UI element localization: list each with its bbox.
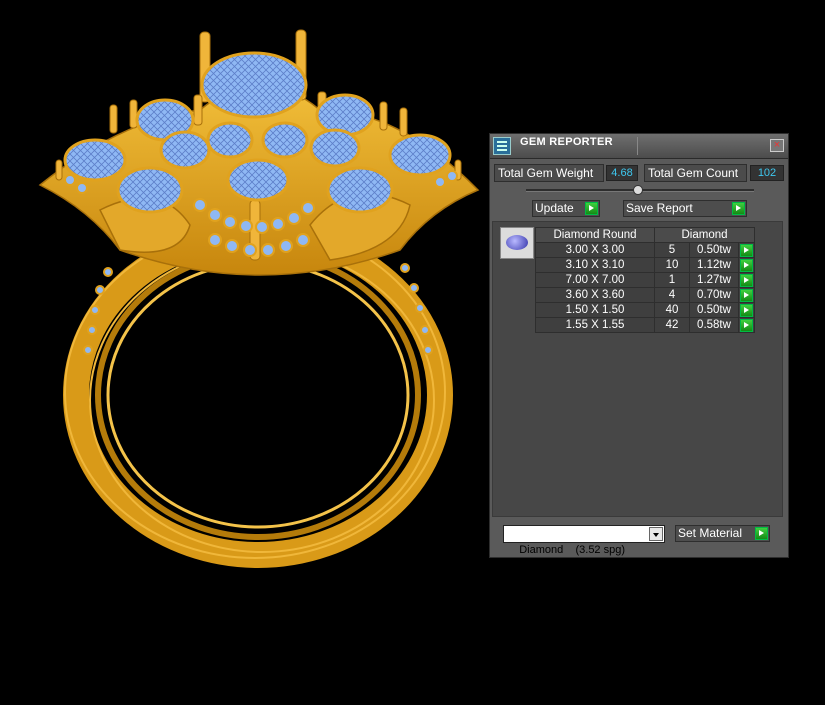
row-go-button[interactable] (738, 272, 755, 288)
gem-size-cell: 1.50 X 1.50 (535, 302, 655, 318)
gem-weight-cell: 1.27tw (689, 272, 739, 288)
gem-weight-cell: 0.58tw (689, 317, 739, 333)
save-report-button[interactable]: Save Report (623, 200, 747, 217)
material-dropdown-value: Diamond (3.52 spg) (519, 544, 626, 556)
row-go-button[interactable] (738, 287, 755, 303)
total-gem-count-label: Total Gem Count (644, 164, 747, 182)
play-arrow-icon (740, 289, 753, 302)
material-dropdown[interactable]: Diamond (3.52 spg) (503, 525, 665, 556)
gem-count-cell: 42 (654, 317, 690, 333)
gem-size-cell: 3.00 X 3.00 (535, 242, 655, 258)
gem-count-cell: 40 (654, 302, 690, 318)
play-arrow-icon (740, 274, 753, 287)
title-divider (637, 137, 638, 155)
update-button[interactable]: Update (532, 200, 600, 217)
save-report-button-label: Save Report (626, 201, 693, 215)
play-arrow-icon (740, 304, 753, 317)
gem-weight-cell: 1.12tw (689, 257, 739, 273)
chevron-down-icon[interactable] (649, 527, 663, 541)
row-go-button[interactable] (738, 242, 755, 258)
gem-weight-cell: 0.70tw (689, 287, 739, 303)
table-row[interactable]: 1.55 X 1.55 42 0.58tw (535, 317, 755, 333)
update-button-label: Update (535, 201, 574, 215)
row-go-button[interactable] (738, 257, 755, 273)
table-row[interactable]: 3.60 X 3.60 4 0.70tw (535, 287, 755, 303)
shape-header: Diamond Round (535, 227, 655, 243)
set-material-button[interactable]: Set Material (675, 525, 770, 542)
gem-weight-cell: 0.50tw (689, 242, 739, 258)
gem-count-cell: 5 (654, 242, 690, 258)
gem-count-cell: 10 (654, 257, 690, 273)
row-go-button[interactable] (738, 302, 755, 318)
play-arrow-icon (755, 527, 768, 540)
diamond-round-thumbnail[interactable] (500, 227, 534, 259)
play-arrow-icon (740, 259, 753, 272)
gem-size-cell: 3.10 X 3.10 (535, 257, 655, 273)
table-row[interactable]: 3.10 X 3.10 10 1.12tw (535, 257, 755, 273)
play-arrow-icon (585, 202, 598, 215)
gem-size-cell: 3.60 X 3.60 (535, 287, 655, 303)
panel-title: GEM REPORTER (520, 136, 613, 148)
row-go-button[interactable] (738, 317, 755, 333)
material-header: Diamond (654, 227, 755, 243)
play-arrow-icon (732, 202, 745, 215)
total-gem-weight-value: 4.68 (606, 165, 638, 181)
close-icon[interactable]: × (770, 139, 784, 152)
total-gem-weight-label: Total Gem Weight (494, 164, 604, 182)
gem-icon (506, 235, 528, 250)
gem-count-cell: 4 (654, 287, 690, 303)
gem-weight-cell: 0.50tw (689, 302, 739, 318)
table-row[interactable]: 1.50 X 1.50 40 0.50tw (535, 302, 755, 318)
gem-size-cell: 1.55 X 1.55 (535, 317, 655, 333)
ring-shank (63, 222, 453, 568)
total-gem-count-value: 102 (750, 165, 784, 181)
set-material-button-label: Set Material (678, 526, 743, 540)
gem-table: Diamond Round Diamond 3.00 X 3.00 5 0.50tw… (535, 227, 755, 333)
table-row[interactable]: 3.00 X 3.00 5 0.50tw (535, 242, 755, 258)
title-bar[interactable]: GEM REPORTER × (490, 134, 788, 159)
gem-count-cell: 1 (654, 272, 690, 288)
play-arrow-icon (740, 244, 753, 257)
gem-reporter-icon (493, 137, 511, 155)
gem-size-cell: 7.00 X 7.00 (535, 272, 655, 288)
gem-reporter-panel: GEM REPORTER × Total Gem Weight 4.68 Tot… (489, 133, 789, 558)
table-row[interactable]: 7.00 X 7.00 1 1.27tw (535, 272, 755, 288)
splitter-handle[interactable] (633, 185, 643, 195)
play-arrow-icon (740, 319, 753, 332)
